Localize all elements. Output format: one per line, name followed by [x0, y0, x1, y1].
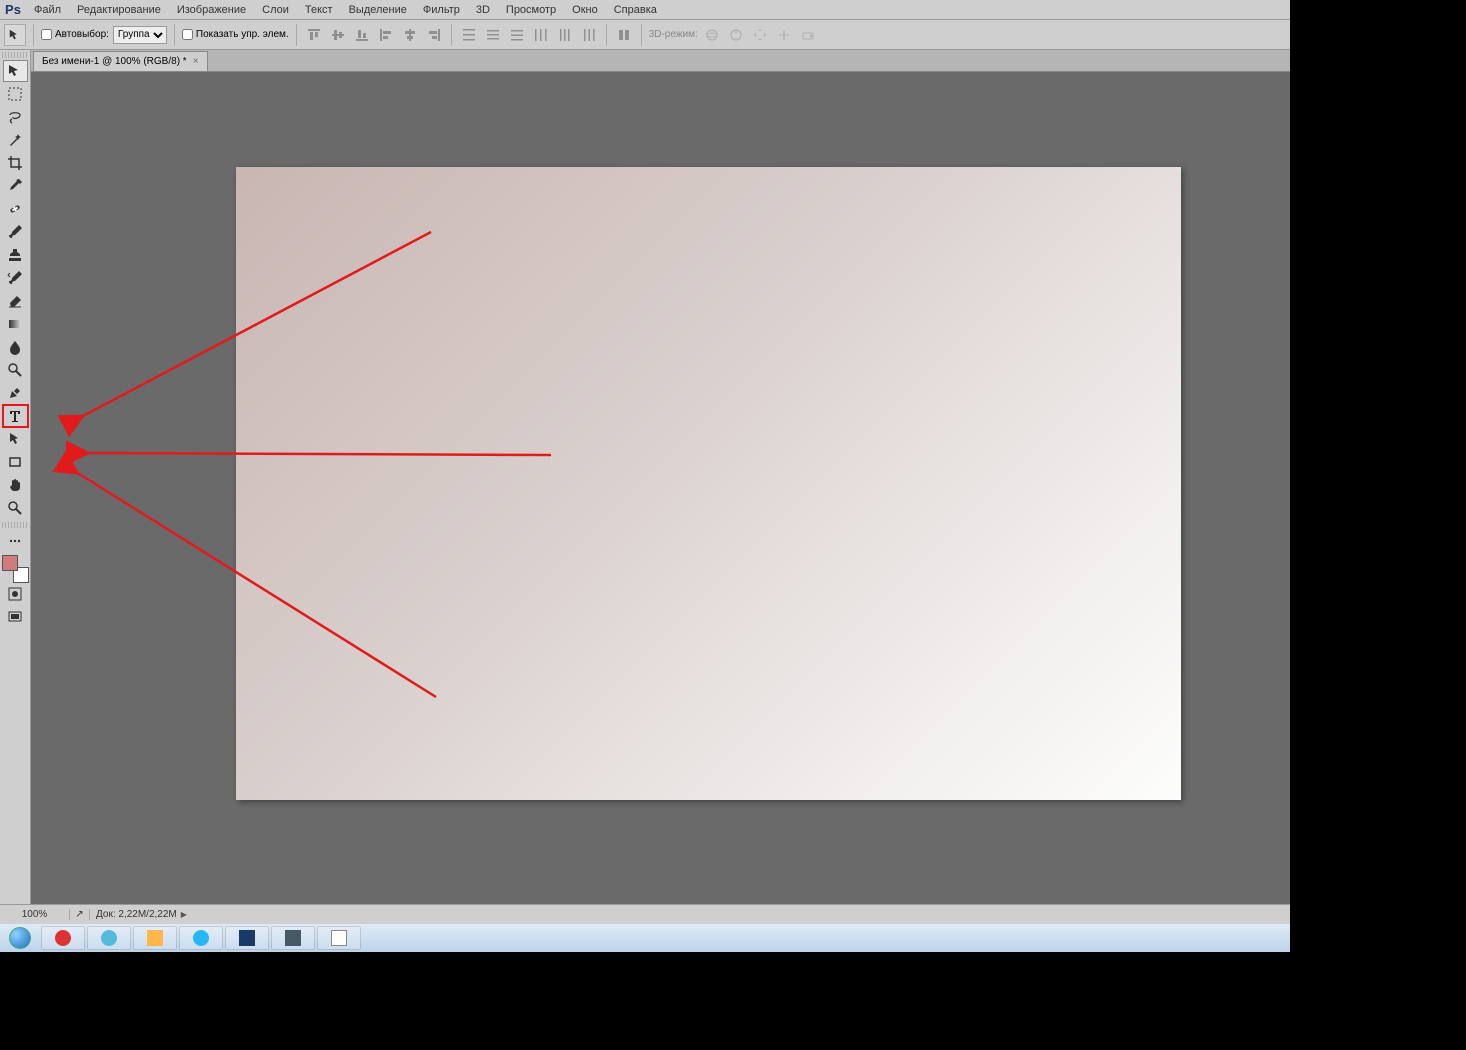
marquee-tool[interactable] — [3, 83, 28, 105]
eyedropper-tool[interactable] — [3, 175, 28, 197]
menu-layers[interactable]: Слои — [254, 0, 297, 20]
start-button[interactable] — [0, 924, 40, 952]
distribute-right-icon[interactable] — [579, 25, 599, 45]
menu-3d[interactable]: 3D — [468, 0, 498, 20]
autoselect-checkbox[interactable]: Автовыбор: — [41, 29, 109, 40]
options-bar: Автовыбор: Группа Показать упр. элем. 3D… — [0, 20, 1290, 50]
3d-orbit-icon[interactable] — [702, 25, 722, 45]
menubar: Ps Файл Редактирование Изображение Слои … — [0, 0, 1290, 20]
taskbar-button[interactable] — [41, 926, 85, 950]
toolbox-separator — [2, 522, 29, 528]
show-controls-checkbox[interactable]: Показать упр. элем. — [182, 29, 289, 40]
menu-file[interactable]: Файл — [26, 0, 69, 20]
tab-close-icon[interactable]: × — [193, 56, 199, 67]
menu-view[interactable]: Просмотр — [498, 0, 564, 20]
3d-scale-icon[interactable] — [798, 25, 818, 45]
blur-tool[interactable] — [3, 336, 28, 358]
align-hcenter-icon[interactable] — [400, 25, 420, 45]
menu-window[interactable]: Окно — [564, 0, 606, 20]
lasso-tool[interactable] — [3, 106, 28, 128]
photoshop-window: Ps Файл Редактирование Изображение Слои … — [0, 0, 1290, 924]
taskbar-button[interactable] — [179, 926, 223, 950]
screen-mode-button[interactable] — [3, 606, 28, 628]
distribute-top-icon[interactable] — [459, 25, 479, 45]
zoom-level[interactable]: 100% — [0, 909, 70, 920]
taskbar-button[interactable] — [225, 926, 269, 950]
quick-mask-button[interactable] — [3, 583, 28, 605]
move-tool[interactable] — [3, 60, 28, 82]
edit-toolbar-button[interactable] — [3, 530, 28, 552]
document-tab[interactable]: Без имени-1 @ 100% (RGB/8) * × — [33, 51, 208, 71]
brush-tool[interactable] — [3, 221, 28, 243]
rectangle-tool[interactable] — [3, 451, 28, 473]
separator — [641, 24, 642, 46]
canvas[interactable] — [236, 167, 1181, 800]
app-logo: Ps — [0, 0, 26, 20]
type-tool[interactable] — [3, 405, 28, 427]
distribute-hcenter-icon[interactable] — [555, 25, 575, 45]
align-left-icon[interactable] — [376, 25, 396, 45]
crop-tool[interactable] — [3, 152, 28, 174]
eraser-tool[interactable] — [3, 290, 28, 312]
toolbox-grip[interactable] — [2, 52, 29, 58]
status-expand-icon[interactable]: ↗ — [70, 909, 90, 920]
magic-wand-tool[interactable] — [3, 129, 28, 151]
color-swatches[interactable] — [2, 555, 29, 583]
auto-align-icon[interactable] — [614, 25, 634, 45]
menu-select[interactable]: Выделение — [341, 0, 415, 20]
menu-text[interactable]: Текст — [297, 0, 341, 20]
separator — [296, 24, 297, 46]
distribute-bottom-icon[interactable] — [507, 25, 527, 45]
autoselect-target-select[interactable]: Группа — [113, 26, 167, 44]
separator — [33, 24, 34, 46]
dodge-tool[interactable] — [3, 359, 28, 381]
separator — [174, 24, 175, 46]
document-tab-title: Без имени-1 @ 100% (RGB/8) * — [42, 56, 187, 67]
separator — [606, 24, 607, 46]
menu-help[interactable]: Справка — [606, 0, 665, 20]
clone-stamp-tool[interactable] — [3, 244, 28, 266]
toolbox — [0, 50, 31, 904]
viewport[interactable] — [31, 72, 1290, 904]
healing-brush-tool[interactable] — [3, 198, 28, 220]
align-bottom-icon[interactable] — [352, 25, 372, 45]
3d-mode-label: 3D-режим: — [649, 29, 698, 40]
taskbar-button[interactable] — [271, 926, 315, 950]
current-tool-icon[interactable] — [4, 24, 26, 46]
history-brush-tool[interactable] — [3, 267, 28, 289]
autoselect-label: Автовыбор: — [55, 29, 109, 40]
windows-taskbar — [0, 924, 1290, 952]
document-area: Без имени-1 @ 100% (RGB/8) * × — [31, 50, 1290, 904]
hand-tool[interactable] — [3, 474, 28, 496]
chevron-right-icon: ▶ — [181, 910, 187, 919]
show-controls-label: Показать упр. элем. — [196, 29, 289, 40]
document-size-info[interactable]: Док: 2,22M/2,22M▶ — [90, 909, 193, 920]
menu-edit[interactable]: Редактирование — [69, 0, 169, 20]
align-top-icon[interactable] — [304, 25, 324, 45]
align-right-icon[interactable] — [424, 25, 444, 45]
foreground-color-swatch[interactable] — [2, 555, 18, 571]
taskbar-button[interactable] — [133, 926, 177, 950]
workspace: Без имени-1 @ 100% (RGB/8) * × — [0, 50, 1290, 904]
3d-slide-icon[interactable] — [774, 25, 794, 45]
3d-pan-icon[interactable] — [750, 25, 770, 45]
align-vcenter-icon[interactable] — [328, 25, 348, 45]
path-selection-tool[interactable] — [3, 428, 28, 450]
separator — [451, 24, 452, 46]
pen-tool[interactable] — [3, 382, 28, 404]
distribute-vcenter-icon[interactable] — [483, 25, 503, 45]
status-bar: 100% ↗ Док: 2,22M/2,22M▶ — [0, 904, 1290, 924]
taskbar-button[interactable] — [87, 926, 131, 950]
menu-image[interactable]: Изображение — [169, 0, 254, 20]
distribute-left-icon[interactable] — [531, 25, 551, 45]
zoom-tool[interactable] — [3, 497, 28, 519]
document-tabs: Без имени-1 @ 100% (RGB/8) * × — [31, 50, 1290, 72]
3d-roll-icon[interactable] — [726, 25, 746, 45]
taskbar-button[interactable] — [317, 926, 361, 950]
menu-filter[interactable]: Фильтр — [415, 0, 468, 20]
gradient-tool[interactable] — [3, 313, 28, 335]
